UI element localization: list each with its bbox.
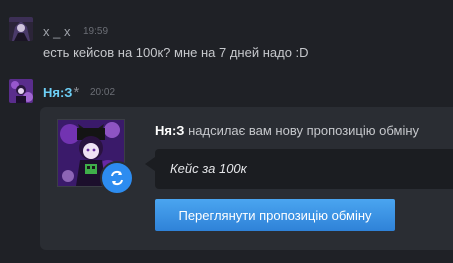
trade-swap-icon [100,161,134,195]
trade-offer-sender[interactable]: Ня:З [155,123,184,138]
avatar-nya-image [9,79,33,103]
view-trade-offer-button[interactable]: Переглянути пропозицію обміну [155,199,395,231]
chat-log: x _ x 19:59 есть кейсов на 100к? мне на … [0,0,453,263]
avatar-x-x-image [9,17,33,41]
username-x-x[interactable]: x _ x [43,24,70,39]
trade-offer-card: Ня:З надсилає вам нову пропозицію обміну… [40,107,453,250]
trade-offer-message-bubble: Кейс за 100к [145,149,453,189]
username-nya[interactable]: Ня:З* [43,84,79,101]
trade-offer-heading: Ня:З надсилає вам нову пропозицію обміну [155,123,419,138]
avatar-x-x[interactable] [9,17,33,41]
trade-offer-message: Кейс за 100к [170,161,247,176]
message-text: есть кейсов на 100к? мне на 7 дней надо … [43,45,309,60]
message-time: 19:59 [83,26,109,37]
message-time: 20:02 [90,87,116,98]
avatar-nya[interactable] [9,79,33,103]
trade-offer-action: надсилає вам нову пропозицію обміну [188,123,420,138]
username-nya-text: Ня:З [43,85,73,100]
bubble-tail [145,157,155,171]
username-star: * [73,84,80,101]
